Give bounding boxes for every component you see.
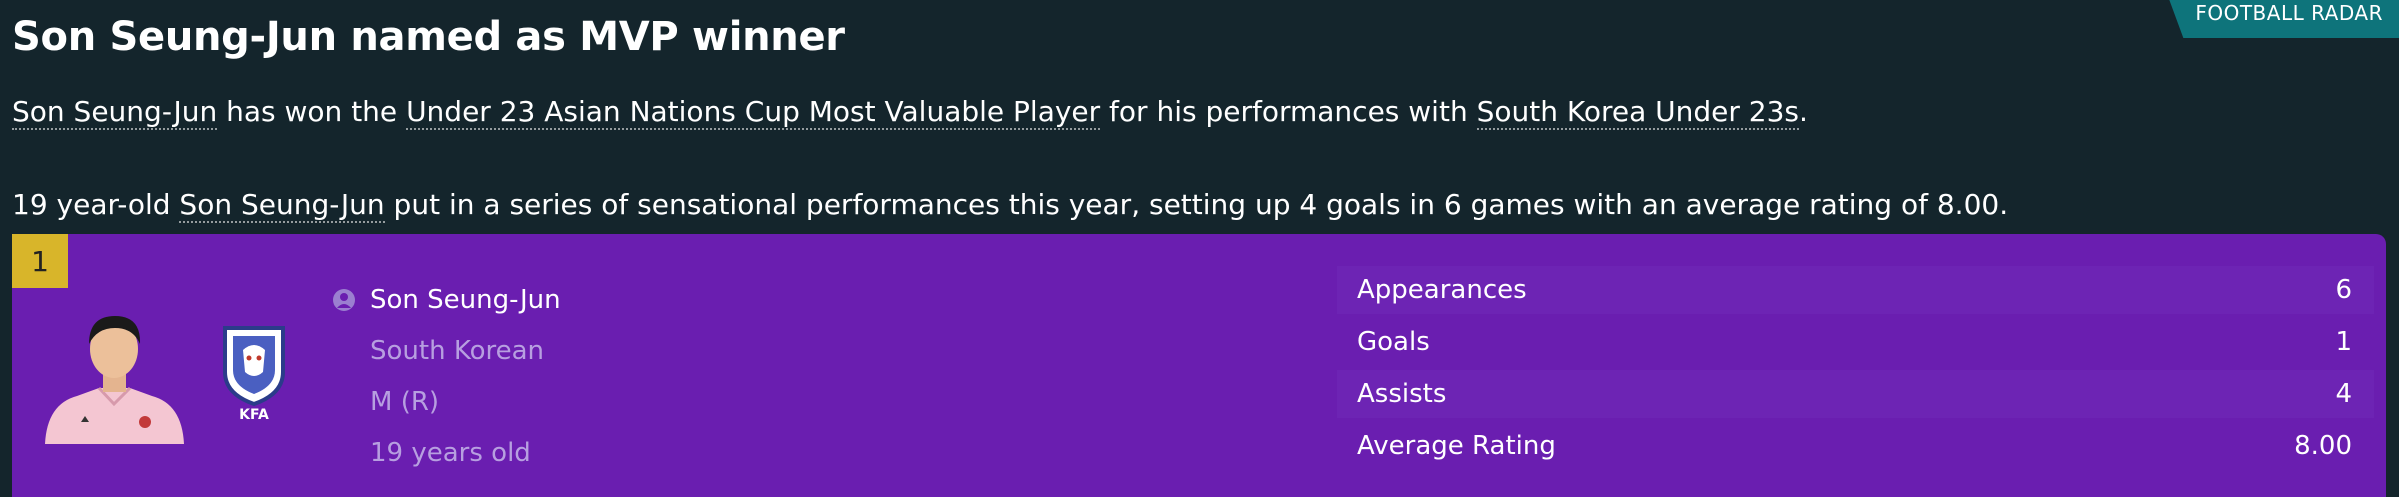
player-nationality: South Korean	[370, 335, 545, 366]
svg-text:KFA: KFA	[239, 407, 269, 422]
player-info: Son Seung-Jun South Korean M (R) 19 year…	[332, 274, 561, 478]
source-badge: FOOTBALL RADAR	[2169, 0, 2399, 38]
text: has won the	[217, 95, 407, 128]
news-headline: Son Seung-Jun named as MVP winner	[12, 14, 845, 60]
stat-label: Assists	[1357, 379, 1447, 409]
text: put in a series of sensational performan…	[384, 188, 2009, 221]
player-position: M (R)	[370, 386, 440, 417]
player-link[interactable]: Son Seung-Jun	[179, 188, 385, 223]
player-award-card: 1 KFA Son Seung-Jun South Korean M (R) 1…	[12, 234, 2386, 497]
player-photo[interactable]	[37, 304, 192, 444]
text: .	[1799, 95, 1808, 128]
news-paragraph-2: 19 year-old Son Seung-Jun put in a serie…	[12, 188, 2009, 223]
stat-label: Appearances	[1357, 275, 1527, 305]
stat-value: 1	[2335, 327, 2352, 357]
stat-row-average-rating: Average Rating 8.00	[1337, 422, 2374, 470]
player-link[interactable]: Son Seung-Jun	[12, 95, 218, 130]
text: for his performances with	[1100, 95, 1477, 128]
player-name-row[interactable]: Son Seung-Jun	[332, 274, 561, 325]
kfa-crest-icon[interactable]: KFA	[219, 322, 289, 422]
stat-value: 8.00	[2294, 431, 2352, 461]
rank-badge: 1	[12, 234, 68, 288]
stat-row-appearances: Appearances 6	[1337, 266, 2374, 314]
competition-link[interactable]: Under 23 Asian Nations Cup Most Valuable…	[406, 95, 1101, 130]
player-name[interactable]: Son Seung-Jun	[370, 285, 561, 315]
player-stats-table: Appearances 6 Goals 1 Assists 4 Average …	[1337, 266, 2374, 474]
stat-row-goals: Goals 1	[1337, 318, 2374, 366]
stat-label: Goals	[1357, 327, 1430, 357]
stat-row-assists: Assists 4	[1337, 370, 2374, 418]
stat-label: Average Rating	[1357, 431, 1556, 461]
news-paragraph-1: Son Seung-Jun has won the Under 23 Asian…	[12, 95, 1808, 130]
stat-value: 6	[2335, 275, 2352, 305]
person-icon	[333, 288, 355, 311]
stat-value: 4	[2335, 379, 2352, 409]
team-link[interactable]: South Korea Under 23s	[1476, 95, 1800, 130]
player-age: 19 years old	[370, 437, 531, 468]
text: 19 year-old	[12, 188, 180, 221]
